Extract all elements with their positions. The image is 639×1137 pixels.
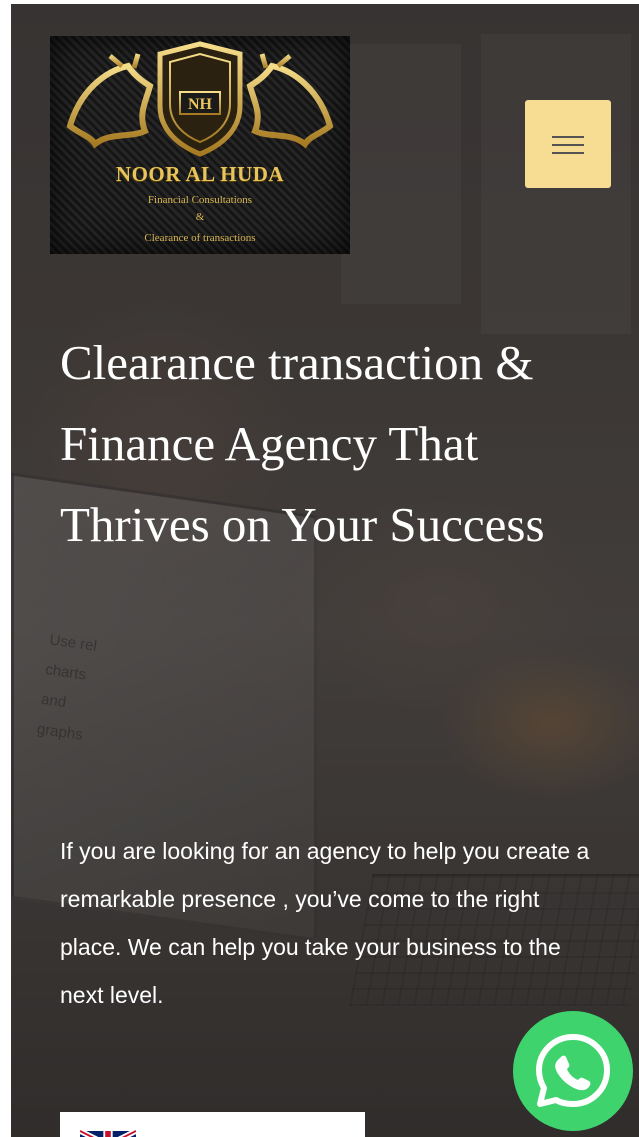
- logo-brand-name: NOOR AL HUDA: [115, 162, 285, 186]
- page: Use rel charts and graphs NH NOOR AL HUD…: [0, 0, 639, 1137]
- logo-tagline-1: Financial Consultations: [147, 194, 253, 206]
- menu-toggle-button[interactable]: [525, 100, 611, 188]
- logo-tagline-ampersand: &: [195, 211, 205, 223]
- logo-monogram: NH: [188, 96, 213, 113]
- whatsapp-icon: [536, 1034, 610, 1107]
- site-logo[interactable]: NH NOOR AL HUDA Financial Consultations …: [50, 36, 350, 254]
- logo-tagline-2: Clearance of transactions: [144, 232, 256, 244]
- hamburger-icon: [552, 136, 584, 154]
- hero-intro-text: If you are looking for an agency to help…: [60, 838, 590, 1008]
- language-switcher[interactable]: [60, 1112, 365, 1137]
- hero-headline: Clearance transaction & Finance Agency T…: [60, 335, 545, 552]
- uk-flag-icon: [80, 1130, 136, 1137]
- whatsapp-chat-button[interactable]: [513, 1011, 633, 1131]
